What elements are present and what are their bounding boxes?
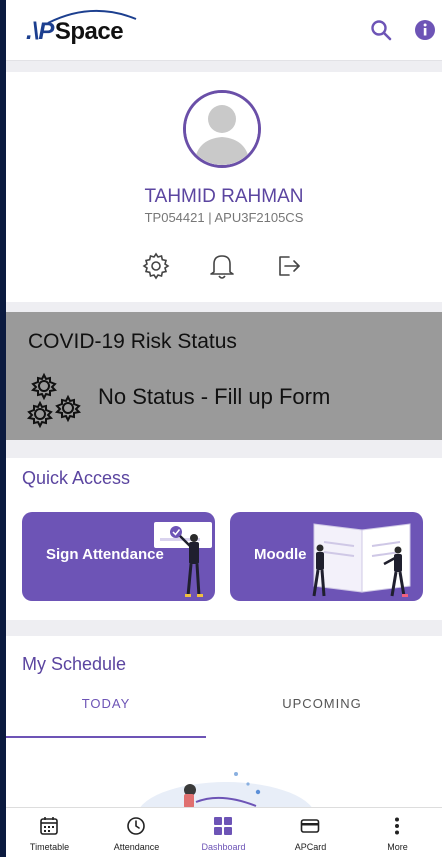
schedule-section: My Schedule TODAY UPCOMING [6, 636, 442, 822]
gears-icon [26, 372, 82, 429]
card-icon [300, 816, 320, 836]
sign-attendance-tile[interactable]: Sign Attendance [22, 512, 215, 601]
nav-more[interactable]: More [354, 808, 441, 857]
sign-attendance-label: Sign Attendance [46, 546, 164, 563]
info-icon [415, 20, 435, 40]
nav-apcard[interactable]: APCard [267, 808, 354, 857]
app-frame: .\P Space TAHMID RAHMAN TP054421 | APU3F… [6, 0, 442, 857]
logo-prefix: .\P [26, 18, 54, 45]
notifications-button[interactable] [206, 250, 238, 282]
moodle-label: Moodle [254, 546, 307, 563]
nav-dashboard[interactable]: Dashboard [180, 808, 267, 857]
covid-status-text: No Status - Fill up Form [98, 384, 331, 409]
more-vertical-icon [387, 816, 407, 836]
tab-today[interactable]: TODAY [6, 696, 206, 711]
user-silhouette-icon [186, 93, 258, 165]
covid-title: COVID-19 Risk Status [28, 330, 237, 353]
settings-button[interactable] [140, 250, 172, 282]
quick-access-title: Quick Access [22, 468, 131, 488]
quick-access-section: Quick Access Sign Attendance Moodle [6, 458, 442, 620]
nav-label-attendance: Attendance [113, 842, 160, 852]
settings-icon [142, 252, 170, 280]
profile-actions [6, 250, 442, 282]
nav-label-apcard: APCard [294, 842, 327, 852]
info-button[interactable] [412, 17, 438, 43]
nav-label-dashboard: Dashboard [201, 842, 246, 852]
open-book-illustration-icon [312, 523, 411, 597]
logout-button[interactable] [273, 250, 305, 282]
nav-attendance[interactable]: Attendance [93, 808, 180, 857]
app-header: .\P Space [6, 0, 442, 61]
search-icon [371, 20, 392, 41]
logout-icon [279, 256, 300, 276]
user-id-intake: TP054421 | APU3F2105CS [144, 210, 304, 225]
tab-upcoming[interactable]: UPCOMING [222, 696, 422, 711]
profile-card: TAHMID RAHMAN TP054421 | APU3F2105CS [6, 72, 442, 302]
notification-bell-icon [210, 255, 234, 279]
bottom-navigation: Timetable Attendance Dashboard APCard Mo… [6, 807, 442, 857]
nav-label-timetable: Timetable [29, 842, 70, 852]
search-button[interactable] [368, 17, 394, 43]
moodle-tile[interactable]: Moodle [230, 512, 423, 601]
active-tab-indicator [6, 736, 206, 738]
logo-text: Space [54, 18, 124, 45]
calendar-icon [39, 816, 59, 836]
clock-icon [126, 816, 146, 836]
user-name: TAHMID RAHMAN [144, 186, 304, 207]
attendance-illustration-icon [154, 522, 212, 597]
app-logo: .\P Space [26, 18, 124, 46]
covid-status-card[interactable]: COVID-19 Risk Status No Status - Fill up… [6, 312, 442, 440]
nav-timetable[interactable]: Timetable [6, 808, 93, 857]
nav-label-more: More [387, 842, 408, 852]
schedule-title: My Schedule [22, 654, 127, 674]
avatar[interactable] [183, 90, 261, 168]
dashboard-icon [213, 816, 233, 836]
